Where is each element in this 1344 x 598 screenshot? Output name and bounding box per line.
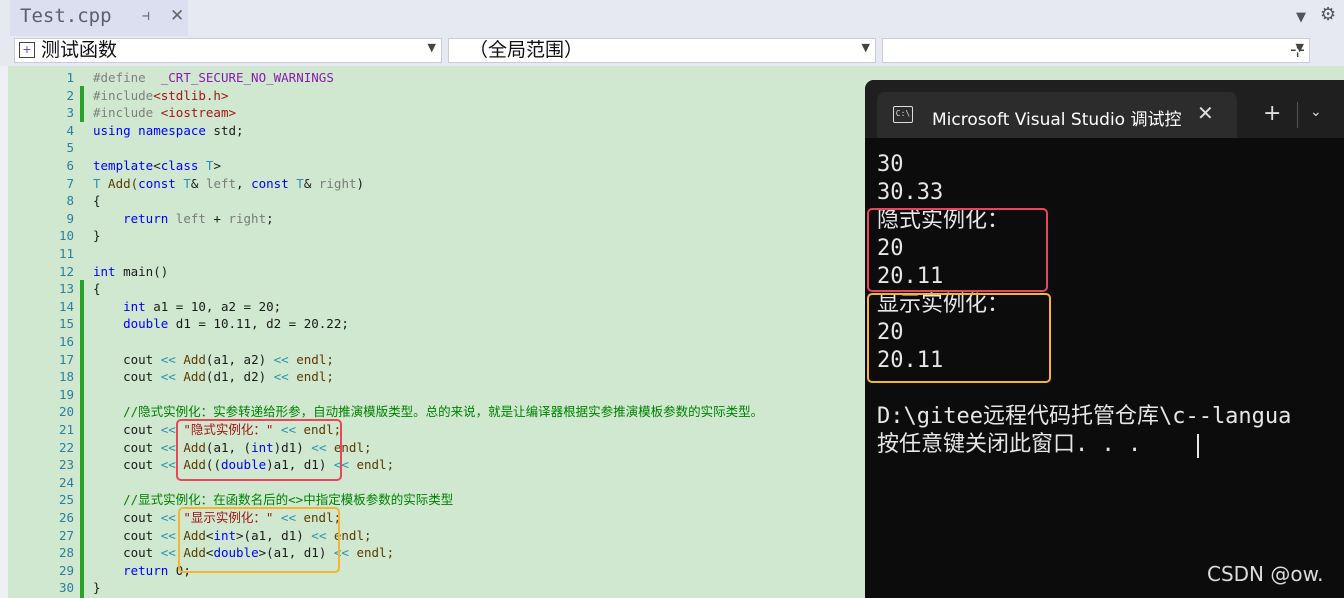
line-number: 12 [58, 263, 74, 279]
line-number: 13 [58, 281, 74, 297]
line-number: 30 [58, 580, 74, 596]
tab-title: Test.cpp [20, 5, 112, 27]
implicit-highlight-box [176, 419, 342, 481]
text-cursor [1197, 434, 1199, 458]
left-margin [0, 66, 8, 598]
terminal-title: Microsoft Visual Studio 调试控 [932, 110, 1182, 130]
project-name: 测试函数 [41, 39, 118, 61]
line-number: 14 [58, 298, 74, 314]
implicit-output-highlight-box [867, 208, 1048, 292]
code-line-15: double d1 = 10.11, d2 = 20.22; [123, 316, 349, 332]
code-line-18: cout << Add(d1, d2) << endl; [123, 369, 334, 385]
line-number: 29 [58, 562, 74, 578]
line-number: 7 [66, 175, 74, 191]
code-line-6: template<class T> [93, 158, 221, 173]
code-line-8: { [93, 193, 101, 209]
line-number: 9 [66, 210, 74, 226]
close-icon[interactable]: ✕ [170, 6, 184, 26]
line-number: 28 [58, 545, 74, 561]
member-dropdown[interactable]: ▼ [882, 38, 1310, 63]
explicit-output-highlight-box [867, 293, 1051, 383]
explicit-highlight-box [178, 507, 340, 573]
document-tab-bar: Test.cpp ⊣ ✕ ▼ ⚙ [0, 0, 1344, 36]
line-number: 27 [58, 527, 74, 543]
console-line: D:\gitee远程代码托管仓库\c--langua [877, 404, 1292, 429]
gear-icon[interactable]: ⚙ [1320, 4, 1336, 25]
code-line-9: return left + right; [123, 210, 274, 226]
line-number: 16 [58, 334, 74, 349]
pin-icon[interactable]: ⊣ [142, 9, 150, 24]
line-number: 10 [58, 228, 74, 244]
line-number: 22 [58, 439, 74, 455]
terminal-tab[interactable]: C:\ Microsoft Visual Studio 调试控 ✕ [877, 92, 1237, 138]
code-line-12: int main() [93, 263, 169, 279]
new-tab-plus-icon[interactable]: + [1263, 101, 1281, 126]
line-number: 3 [66, 105, 74, 121]
code-line-3: #include <iostream> [93, 105, 237, 121]
terminal-icon: C:\ [893, 106, 913, 123]
line-number: 6 [66, 158, 74, 173]
change-marker [80, 280, 84, 598]
code-line-2: #include<stdlib.h> [93, 87, 229, 103]
scope-name: （全局范围） [469, 39, 584, 61]
line-number: 25 [58, 492, 74, 508]
chevron-down-icon: ▼ [861, 41, 870, 54]
console-line: 30.33 [877, 180, 944, 205]
project-icon: + [19, 42, 35, 58]
line-number: 5 [66, 140, 74, 156]
line-number: 21 [58, 422, 74, 437]
line-number: 1 [66, 70, 74, 85]
split-icon[interactable]: ⊹ [1290, 40, 1305, 61]
console-line: 按任意键关闭此窗口. . . [877, 432, 1142, 457]
watermark: CSDN @ow. [1207, 562, 1324, 586]
line-number-gutter: 1 2 3 4 5 6 7 8 9 10 11 12 13 14 15 16 1… [8, 66, 82, 598]
code-line-1: #define _CRT_SECURE_NO_WARNINGS [93, 70, 334, 85]
code-line-7: T Add(const T& left, const T& right) [93, 175, 365, 191]
debug-console-window[interactable]: C:\ Microsoft Visual Studio 调试控 ✕ + ⌄ 30… [865, 80, 1344, 598]
line-number: 17 [58, 351, 74, 367]
scope-dropdown[interactable]: （全局范围） ▼ [448, 38, 876, 63]
line-number: 8 [66, 193, 74, 209]
code-line-30: } [93, 580, 101, 596]
chevron-down-icon: ▼ [427, 41, 436, 54]
tab-dropdown-icon[interactable]: ▼ [1296, 10, 1306, 25]
code-line-13: { [93, 281, 101, 297]
code-line-14: int a1 = 10, a2 = 20; [123, 298, 282, 314]
project-dropdown[interactable]: + 测试函数 ▼ [14, 38, 442, 63]
code-line-17: cout << Add(a1, a2) << endl; [123, 351, 334, 367]
terminal-title-bar: C:\ Microsoft Visual Studio 调试控 ✕ + ⌄ [865, 80, 1344, 138]
tab-test-cpp[interactable]: Test.cpp ⊣ ✕ [10, 0, 188, 36]
line-number: 11 [58, 246, 74, 261]
line-number: 15 [58, 316, 74, 332]
code-line-10: } [93, 228, 101, 244]
line-number: 20 [58, 404, 74, 420]
line-number: 18 [58, 369, 74, 385]
line-number: 23 [58, 457, 74, 473]
line-number: 2 [66, 87, 74, 103]
line-number: 24 [58, 474, 74, 490]
line-number: 4 [66, 122, 74, 138]
divider [1297, 102, 1298, 128]
line-number: 26 [58, 510, 74, 525]
console-line: 30 [877, 152, 904, 177]
change-marker [80, 86, 84, 122]
code-line-4: using namespace std; [93, 122, 244, 138]
line-number: 19 [58, 386, 74, 402]
code-line-29: return 0; [123, 562, 191, 578]
chevron-down-icon[interactable]: ⌄ [1310, 104, 1322, 120]
close-icon[interactable]: ✕ [1197, 101, 1214, 125]
navigation-bar: + 测试函数 ▼ （全局范围） ▼ ▼ ⊹ [0, 36, 1344, 66]
